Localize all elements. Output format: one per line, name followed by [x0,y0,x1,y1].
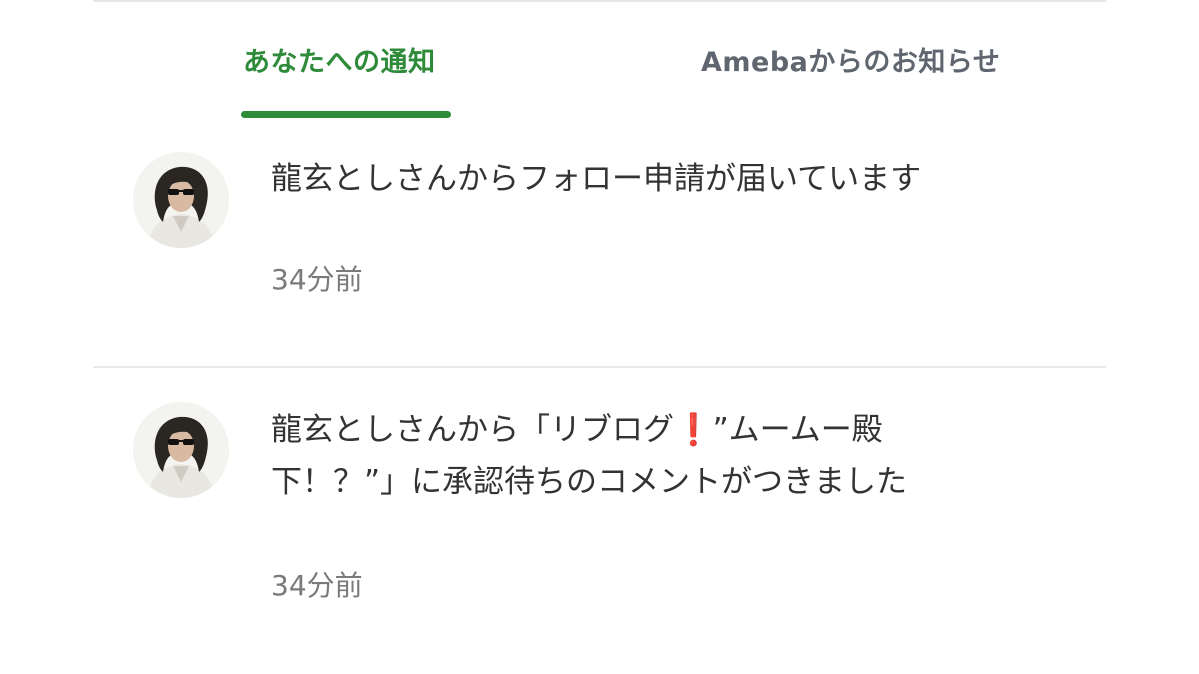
notification-item[interactable]: 龍玄としさんから「リブログ❗”ムームー殿 下！？”」に承認待ちのコメントがつきま… [93,368,1106,674]
exclamation-icon: ❗ [674,412,713,448]
message-text: 下！？”」に承認待ちのコメントがつきました [271,464,908,500]
active-tab-indicator [241,111,451,118]
notification-message: 龍玄としさんから「リブログ❗”ムームー殿 下！？”」に承認待ちのコメントがつきま… [271,404,1011,508]
message-text: 龍玄としさんから「リブログ [271,412,674,448]
avatar[interactable] [133,152,229,248]
notification-item[interactable]: 龍玄としさんからフォロー申請が届いています 34分前 [93,120,1106,367]
notification-message: 龍玄としさんからフォロー申請が届いています [271,161,922,197]
notification-time: 34分前 [271,569,363,602]
avatar[interactable] [133,402,229,498]
notification-time: 34分前 [271,263,363,296]
tab-your-notifications[interactable]: あなたへの通知 [243,40,436,79]
notification-tabs: あなたへの通知 Amebaからのお知らせ [93,0,1106,120]
tab-ameba-announcements[interactable]: Amebaからのお知らせ [701,40,1000,79]
message-text: ”ムームー殿 [712,412,883,448]
